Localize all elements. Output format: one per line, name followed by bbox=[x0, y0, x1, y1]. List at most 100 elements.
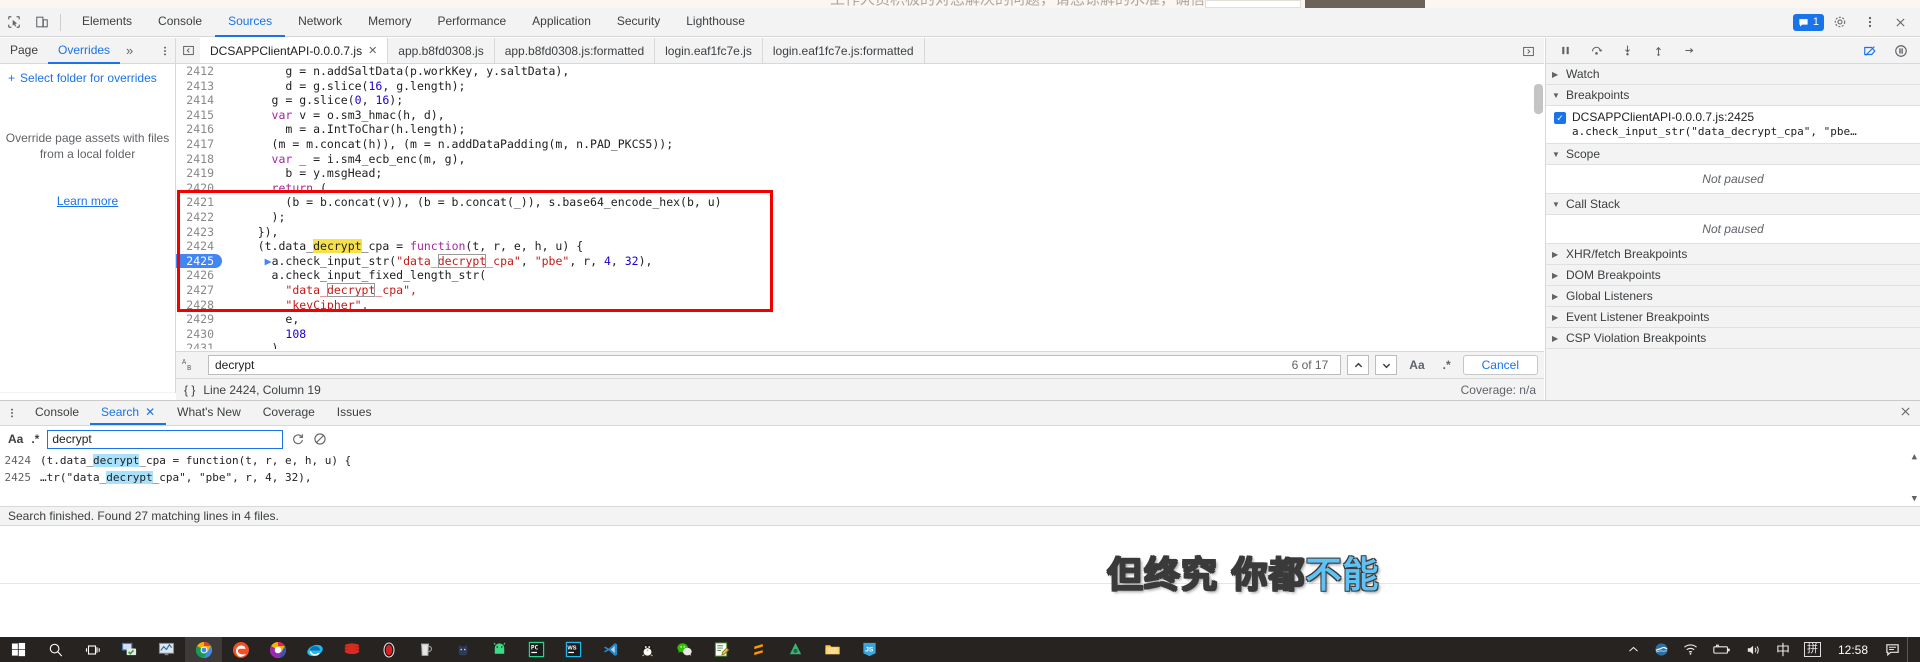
deactivate-breakpoints-icon[interactable] bbox=[1856, 38, 1884, 64]
step-icon[interactable] bbox=[1675, 38, 1703, 64]
code-line[interactable]: 2412 g = n.addSaltData(p.workKey, y.salt… bbox=[176, 64, 1544, 79]
tab-lighthouse[interactable]: Lighthouse bbox=[673, 8, 758, 37]
tab-sources[interactable]: Sources bbox=[215, 8, 286, 37]
source-tab-dcsappclientapi[interactable]: DCSAPPClientAPI-0.0.0.7.js ✕ bbox=[200, 38, 389, 63]
battery-icon[interactable] bbox=[1705, 643, 1739, 656]
close-icon[interactable] bbox=[1886, 9, 1914, 35]
code-line[interactable]: 2424 (t.data_decrypt_cpa = function(t, r… bbox=[176, 239, 1544, 254]
gear-icon[interactable] bbox=[1826, 9, 1854, 35]
line-number[interactable]: 2425 bbox=[176, 253, 222, 269]
code-line[interactable]: 2413 d = g.slice(16, g.length); bbox=[176, 78, 1544, 94]
find-previous-button[interactable] bbox=[1347, 355, 1370, 375]
line-number[interactable]: 2415 bbox=[176, 107, 222, 123]
find-input[interactable]: decrypt 6 of 17 bbox=[208, 355, 1342, 375]
chrome-icon[interactable] bbox=[185, 637, 222, 662]
chrome-canary-icon[interactable] bbox=[259, 637, 296, 662]
code-line[interactable]: 2416 m = a.IntToChar(h.length); bbox=[176, 122, 1544, 137]
format-braces-icon[interactable]: { } bbox=[184, 383, 195, 397]
tab-console[interactable]: Console bbox=[145, 8, 215, 37]
ie-icon[interactable] bbox=[296, 637, 333, 662]
recorder-icon[interactable] bbox=[370, 637, 407, 662]
code-line[interactable]: 2417 (m = m.concat(h)), (m = n.addDataPa… bbox=[176, 136, 1544, 152]
step-out-icon[interactable] bbox=[1644, 38, 1672, 64]
find-next-button[interactable] bbox=[1375, 355, 1398, 375]
step-into-icon[interactable] bbox=[1613, 38, 1641, 64]
line-number[interactable]: 2429 bbox=[176, 312, 222, 327]
line-number[interactable]: 2428 bbox=[176, 297, 222, 313]
postman-icon[interactable] bbox=[407, 637, 444, 662]
step-over-icon[interactable] bbox=[1582, 38, 1610, 64]
drawer-tab-search[interactable]: Search ✕ bbox=[90, 401, 167, 425]
breakpoint-checkbox[interactable]: ✓ bbox=[1554, 112, 1566, 124]
section-header-event-listener-breakpoints[interactable]: ▶ Event Listener Breakpoints bbox=[1546, 307, 1920, 328]
line-number[interactable]: 2416 bbox=[176, 122, 222, 137]
show-desktop-button[interactable] bbox=[1907, 637, 1916, 662]
task-view-icon[interactable] bbox=[74, 637, 111, 662]
clear-icon[interactable] bbox=[313, 432, 327, 446]
show-navigator-icon[interactable] bbox=[176, 38, 200, 63]
close-drawer-icon[interactable] bbox=[1899, 405, 1912, 418]
code-line[interactable]: 2431 ), bbox=[176, 341, 1544, 349]
nav-tab-overrides[interactable]: Overrides bbox=[48, 38, 121, 64]
search-result-row[interactable]: 2425 …tr("data_decrypt_cpa", "pbe", r, 4,… bbox=[0, 469, 1920, 486]
line-number[interactable]: 2421 bbox=[176, 195, 222, 210]
wifi-icon[interactable] bbox=[1676, 643, 1705, 656]
pycharm-icon[interactable]: PC bbox=[518, 637, 555, 662]
webstorm-icon[interactable]: WS bbox=[555, 637, 592, 662]
ime-language-indicator[interactable]: 中 bbox=[1769, 640, 1797, 660]
pause-on-exceptions-icon[interactable] bbox=[1887, 38, 1915, 64]
code-line[interactable]: 2422 ); bbox=[176, 209, 1544, 225]
section-header-breakpoints[interactable]: ▼ Breakpoints bbox=[1546, 85, 1920, 106]
line-number[interactable]: 2412 bbox=[176, 64, 222, 79]
find-cancel-button[interactable]: Cancel bbox=[1462, 355, 1538, 375]
line-number[interactable]: 2430 bbox=[176, 326, 222, 342]
line-number[interactable]: 2427 bbox=[176, 282, 222, 298]
refresh-icon[interactable] bbox=[291, 432, 305, 446]
code-line[interactable]: 2420 return ( bbox=[176, 180, 1544, 196]
code-line[interactable]: 2428 "keyCipher", bbox=[176, 297, 1544, 313]
code-line[interactable]: 2415 var v = o.sm3_hmac(h, d), bbox=[176, 107, 1544, 123]
section-header-watch[interactable]: ▶ Watch bbox=[1546, 64, 1920, 85]
line-number[interactable]: 2420 bbox=[176, 180, 222, 196]
security-shield-icon[interactable] bbox=[1647, 642, 1676, 657]
tab-memory[interactable]: Memory bbox=[355, 8, 424, 37]
code-line[interactable]: 2414 g = g.slice(0, 16); bbox=[176, 93, 1544, 108]
android-studio-icon[interactable] bbox=[481, 637, 518, 662]
sourcetree-icon[interactable] bbox=[777, 637, 814, 662]
line-number[interactable]: 2413 bbox=[176, 78, 222, 94]
drawer-kebab-menu-icon[interactable] bbox=[0, 401, 24, 425]
close-icon[interactable]: ✕ bbox=[368, 44, 377, 57]
js-icon[interactable]: JS bbox=[851, 637, 888, 662]
code-line[interactable]: 2423 }), bbox=[176, 224, 1544, 240]
nav-tab-page[interactable]: Page bbox=[0, 38, 48, 64]
sublime-icon[interactable] bbox=[740, 637, 777, 662]
cat-icon[interactable] bbox=[444, 637, 481, 662]
close-icon[interactable]: ✕ bbox=[145, 405, 155, 419]
inspect-element-icon[interactable] bbox=[0, 9, 28, 35]
vscode-icon[interactable] bbox=[592, 637, 629, 662]
navigator-kebab-menu-icon[interactable] bbox=[159, 44, 171, 58]
device-toolbar-icon[interactable] bbox=[28, 9, 56, 35]
tab-security[interactable]: Security bbox=[604, 8, 673, 37]
source-tab-app[interactable]: app.b8fd0308.js bbox=[388, 38, 495, 63]
find-regex-toggle[interactable]: .* bbox=[1437, 358, 1457, 372]
show-hidden-icons-icon[interactable] bbox=[1620, 643, 1647, 656]
search-results-list[interactable]: 2424 (t.data_decrypt_cpa = function(t, r,… bbox=[0, 452, 1920, 504]
drawer-tab-whats-new[interactable]: What's New bbox=[166, 401, 252, 425]
code-line[interactable]: 2419 b = y.msgHead; bbox=[176, 166, 1544, 181]
find-match-case-toggle[interactable]: Aa bbox=[1403, 358, 1430, 372]
match-case-icon[interactable]: AB bbox=[182, 357, 202, 373]
breakpoint-marker-icon[interactable]: ▶ bbox=[265, 254, 272, 268]
search-match-case-toggle[interactable]: Aa bbox=[8, 432, 23, 446]
remote-desktop-icon[interactable] bbox=[111, 637, 148, 662]
wechat-icon[interactable] bbox=[666, 637, 703, 662]
line-number[interactable]: 2426 bbox=[176, 268, 222, 283]
code-line[interactable]: 2426 a.check_input_fixed_length_str( bbox=[176, 268, 1544, 283]
select-folder-for-overrides-button[interactable]: + Select folder for overrides bbox=[0, 64, 175, 92]
qq-icon[interactable] bbox=[629, 637, 666, 662]
edge-icon[interactable] bbox=[222, 637, 259, 662]
windows-start-icon[interactable] bbox=[0, 637, 37, 662]
line-number[interactable]: 2422 bbox=[176, 209, 222, 225]
results-scroll-up-icon[interactable]: ▲ bbox=[1912, 452, 1917, 462]
line-number[interactable]: 2423 bbox=[176, 224, 222, 240]
